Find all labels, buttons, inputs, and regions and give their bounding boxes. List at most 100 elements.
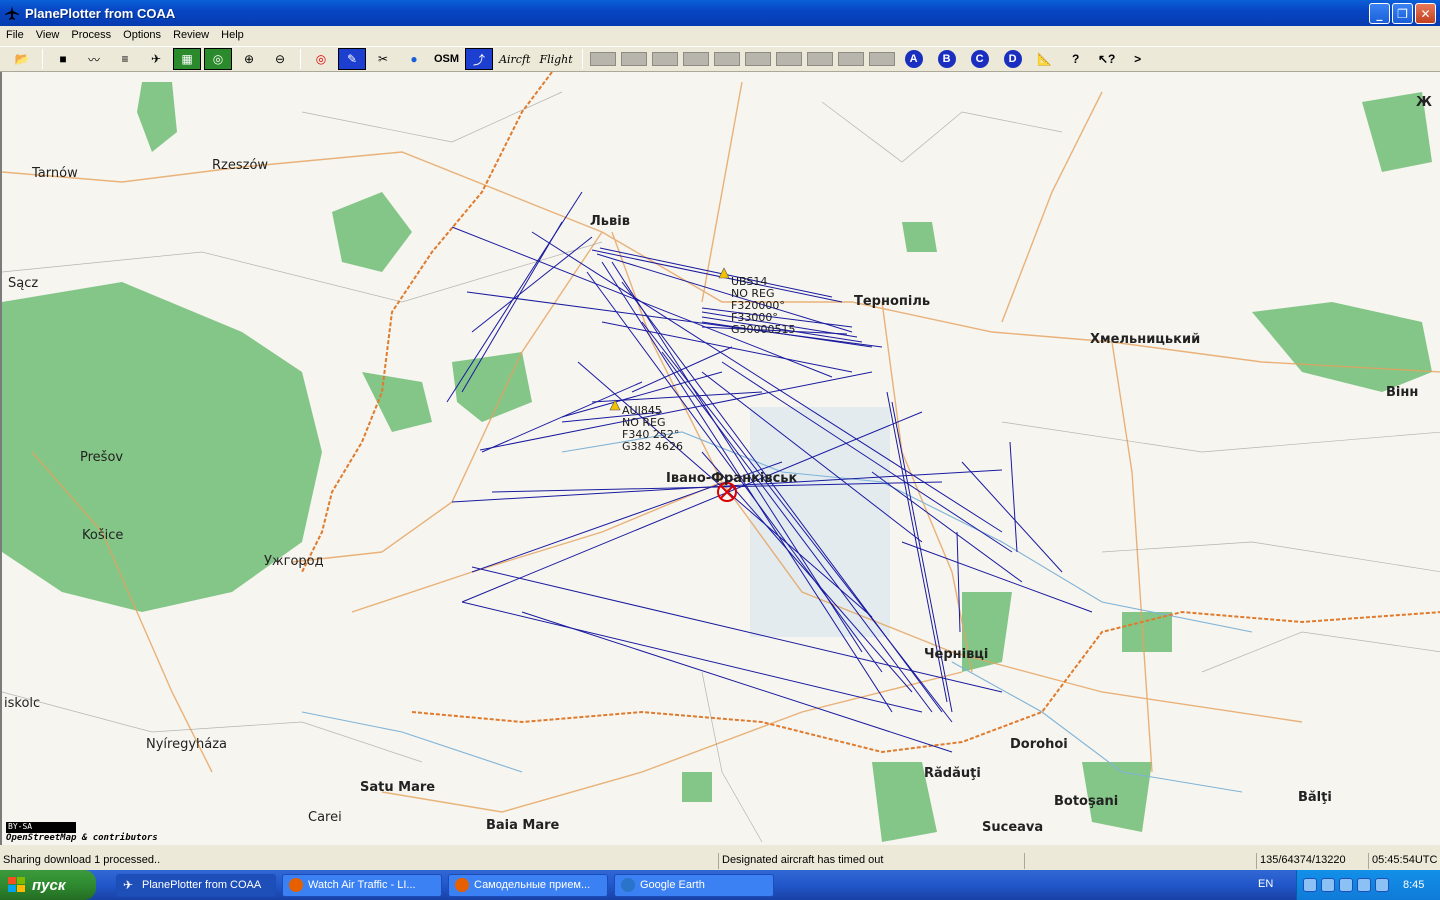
stop-icon[interactable]: ■ bbox=[49, 48, 77, 70]
place-label: Prešov bbox=[80, 450, 124, 465]
border-poland-ukraine bbox=[301, 72, 553, 573]
start-label: пуск bbox=[32, 876, 66, 894]
zoom-out-icon[interactable]: ⊖ bbox=[266, 48, 294, 70]
link-icon[interactable]: ⤴ bbox=[465, 48, 494, 70]
aircraft-icon[interactable]: ✈ bbox=[142, 48, 170, 70]
slot-button-1[interactable] bbox=[589, 52, 616, 66]
place-label: Baia Mare bbox=[486, 818, 560, 833]
title-bar: PlanePlotter from COAA _ ❐ ✕ bbox=[0, 0, 1440, 26]
zoom-in-icon[interactable]: ⊕ bbox=[235, 48, 263, 70]
taskbar-item-firefox-2[interactable]: Самодельные прием... bbox=[448, 873, 608, 897]
chart-bars-icon[interactable]: ≡ bbox=[111, 48, 139, 70]
aircraft-label[interactable]: AUI845 NO REG F340 252° G382 4626 bbox=[622, 405, 683, 453]
slot-button-3[interactable] bbox=[651, 52, 678, 66]
slot-button-8[interactable] bbox=[806, 52, 833, 66]
taskbar-item-firefox-1[interactable]: Watch Air Traffic - LI... bbox=[282, 873, 442, 897]
restore-button[interactable]: ❐ bbox=[1392, 3, 1413, 24]
place-label: Suceava bbox=[982, 820, 1044, 835]
context-help-icon[interactable]: ↖? bbox=[1093, 48, 1121, 70]
place-label: Košice bbox=[82, 528, 124, 543]
task-label: Самодельные прием... bbox=[474, 879, 591, 891]
google-earth-icon bbox=[621, 878, 635, 892]
toolbar-separator bbox=[300, 49, 301, 69]
plane-app-icon bbox=[5, 6, 19, 20]
place-label: Тернопіль bbox=[854, 294, 931, 309]
place-label: Carei bbox=[308, 810, 342, 825]
firefox-icon bbox=[455, 878, 469, 892]
circle-button-d[interactable]: D bbox=[1003, 50, 1022, 68]
border-romania-ukraine bbox=[411, 610, 1440, 754]
circle-button-c[interactable]: C bbox=[970, 50, 989, 68]
place-label: Dorohoi bbox=[1010, 737, 1068, 752]
license-badge: BY-SA bbox=[6, 822, 76, 833]
aircraft-button[interactable]: Aircft bbox=[496, 48, 533, 70]
menu-options[interactable]: Options bbox=[117, 29, 167, 41]
circle-button-b[interactable]: B bbox=[937, 50, 956, 68]
slot-button-6[interactable] bbox=[744, 52, 771, 66]
place-label: Bălţi bbox=[1298, 790, 1332, 805]
menu-review[interactable]: Review bbox=[167, 29, 215, 41]
wave-icon[interactable]: 〰 bbox=[80, 48, 108, 70]
taskbar-item-google-earth[interactable]: Google Earth bbox=[614, 873, 774, 897]
security-icon[interactable] bbox=[1339, 878, 1353, 892]
ruler-icon[interactable]: 📐 bbox=[1031, 48, 1059, 70]
open-folder-icon[interactable]: 📂 bbox=[8, 48, 36, 70]
slot-button-2[interactable] bbox=[620, 52, 647, 66]
status-counts: 135/64374/13220 bbox=[1256, 853, 1368, 869]
place-label: Вінн bbox=[1386, 385, 1419, 400]
system-tray: 8:45 bbox=[1296, 870, 1440, 900]
close-button[interactable]: ✕ bbox=[1415, 3, 1436, 24]
shield-icon[interactable] bbox=[1357, 878, 1371, 892]
language-indicator[interactable]: EN bbox=[1258, 878, 1273, 890]
target-icon[interactable]: ◎ bbox=[307, 48, 335, 70]
firefox-icon bbox=[289, 878, 303, 892]
menu-help[interactable]: Help bbox=[215, 29, 250, 41]
circle-button-a[interactable]: A bbox=[904, 50, 923, 68]
globe-icon[interactable]: ● bbox=[400, 48, 428, 70]
status-bar: Sharing download 1 processed.. Designate… bbox=[0, 852, 1440, 870]
status-spacer bbox=[1024, 853, 1256, 869]
plane-app-icon: ✈ bbox=[123, 878, 134, 892]
aircraft-label[interactable]: UBS14 NO REG F320000° F33000° G30000515 bbox=[731, 276, 796, 336]
place-label: Nyíregyháza bbox=[146, 737, 228, 752]
chevron-right-icon[interactable]: > bbox=[1124, 48, 1152, 70]
menu-view[interactable]: View bbox=[30, 29, 66, 41]
slot-button-10[interactable] bbox=[868, 52, 895, 66]
flight-button[interactable]: Flight bbox=[536, 48, 575, 70]
status-alert: Designated aircraft has timed out bbox=[718, 853, 1024, 869]
tools-icon[interactable]: ✂ bbox=[369, 48, 397, 70]
chart-view-icon[interactable]: ◎ bbox=[204, 48, 232, 70]
minimize-button[interactable]: _ bbox=[1369, 3, 1390, 24]
map-attribution: OpenStreetMap & contributors bbox=[6, 833, 158, 843]
pen-icon[interactable]: ✎ bbox=[338, 48, 366, 70]
osm-button[interactable]: OSM bbox=[431, 48, 462, 70]
volume-icon[interactable] bbox=[1321, 878, 1335, 892]
map-view-icon[interactable]: ▦ bbox=[173, 48, 201, 70]
network-icon[interactable] bbox=[1303, 878, 1317, 892]
slot-button-7[interactable] bbox=[775, 52, 802, 66]
clock: 8:45 bbox=[1403, 879, 1425, 891]
taskbar-item-planeplotter[interactable]: ✈ PlanePlotter from COAA bbox=[116, 873, 276, 897]
help-icon[interactable]: ? bbox=[1062, 48, 1090, 70]
place-label: Satu Mare bbox=[360, 780, 436, 795]
place-label: iskolc bbox=[4, 696, 41, 711]
task-label: PlanePlotter from COAA bbox=[142, 879, 262, 891]
map-canvas bbox=[2, 72, 1440, 843]
place-label: Ж bbox=[1416, 95, 1432, 110]
start-button[interactable]: пуск bbox=[0, 870, 96, 900]
windows-logo-icon bbox=[8, 877, 25, 892]
slot-button-4[interactable] bbox=[682, 52, 709, 66]
menu-process[interactable]: Process bbox=[65, 29, 117, 41]
status-message: Sharing download 1 processed.. bbox=[3, 854, 161, 866]
update-icon[interactable] bbox=[1375, 878, 1389, 892]
menu-file[interactable]: File bbox=[0, 29, 30, 41]
place-label: Sącz bbox=[8, 276, 39, 291]
slot-button-9[interactable] bbox=[837, 52, 864, 66]
window-title: PlanePlotter from COAA bbox=[25, 5, 176, 21]
menu-bar: File View Process Options Review Help bbox=[0, 26, 1440, 44]
place-label: Botoşani bbox=[1054, 794, 1119, 809]
map-view[interactable]: Tarnów Rzeszów Sącz Львів Тернопіль Хмел… bbox=[0, 72, 1440, 845]
task-label: Watch Air Traffic - LI... bbox=[308, 879, 416, 891]
place-label: Хмельницький bbox=[1090, 332, 1201, 347]
slot-button-5[interactable] bbox=[713, 52, 740, 66]
